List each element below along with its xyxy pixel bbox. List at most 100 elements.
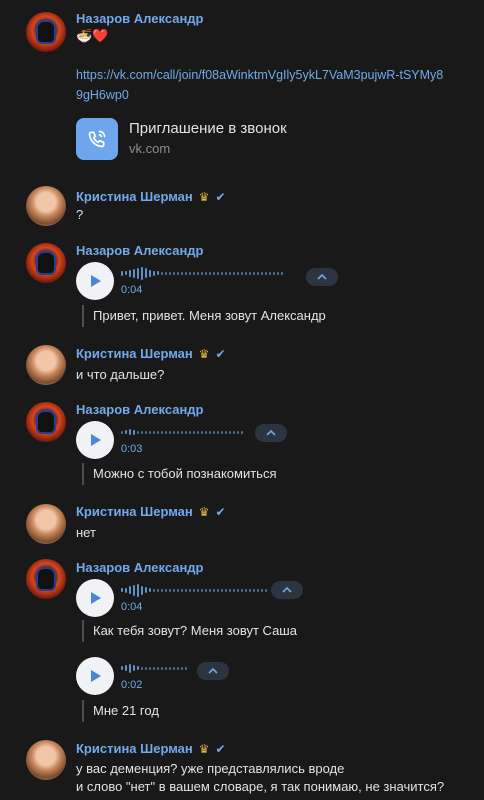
waveform-bar: [189, 271, 191, 275]
waveform-bar: [145, 587, 147, 593]
author-name[interactable]: Кристина Шерман ♛ ✔: [76, 741, 226, 756]
author-name[interactable]: Назаров Александр: [76, 560, 204, 575]
waveform-bar: [249, 588, 251, 592]
author-name[interactable]: Назаров Александр: [76, 11, 204, 26]
voice-waveform[interactable]: [121, 661, 187, 675]
voice-waveform[interactable]: [121, 583, 267, 597]
waveform-bar: [221, 430, 223, 434]
waveform-bar: [129, 429, 131, 435]
call-join-link[interactable]: https://vk.com/call/join/f08aWinktmVgIly…: [76, 65, 448, 105]
transcript-toggle-button[interactable]: [306, 268, 338, 286]
waveform-bar: [165, 271, 167, 275]
play-button[interactable]: [76, 657, 114, 695]
chevron-up-icon: [282, 587, 292, 593]
waveform-bar: [133, 665, 135, 671]
waveform-bar: [177, 430, 179, 434]
waveform-bar: [221, 271, 223, 275]
author-name[interactable]: Кристина Шерман ♛ ✔: [76, 346, 226, 361]
avatar-alexander[interactable]: [26, 12, 66, 52]
avatar-kristina[interactable]: [26, 504, 66, 544]
waveform-bar: [161, 430, 163, 434]
waveform-bar: [253, 271, 255, 275]
waveform-bar: [157, 666, 159, 670]
waveform-bar: [197, 430, 199, 434]
waveform-bar: [141, 585, 143, 595]
play-button[interactable]: [76, 579, 114, 617]
play-button[interactable]: [76, 262, 114, 300]
waveform-bar: [137, 430, 139, 434]
waveform-bar: [149, 430, 151, 434]
waveform-bar: [209, 588, 211, 592]
avatar-kristina[interactable]: [26, 345, 66, 385]
waveform-bar: [169, 430, 171, 434]
verified-check-icon: ✔: [215, 189, 226, 204]
chevron-up-icon: [266, 430, 276, 436]
waveform-bar: [205, 430, 207, 434]
waveform-bar: [137, 267, 139, 279]
waveform-bar: [133, 268, 135, 278]
avatar-kristina[interactable]: [26, 186, 66, 226]
voice-transcript: Мне 21 год: [82, 700, 159, 722]
waveform-bar: [161, 271, 163, 275]
waveform-bar: [145, 268, 147, 278]
waveform-bar: [233, 271, 235, 275]
waveform-bar: [253, 588, 255, 592]
waveform-bar: [125, 271, 127, 275]
waveform-bar: [237, 588, 239, 592]
voice-duration: 0:03: [121, 443, 143, 455]
avatar-alexander[interactable]: [26, 559, 66, 599]
message-text-line-1: у вас деменция? уже представлялись вроде: [76, 761, 345, 776]
transcript-toggle-button[interactable]: [271, 581, 303, 599]
waveform-bar: [125, 587, 127, 593]
waveform-bar: [141, 430, 143, 434]
waveform-bar: [169, 588, 171, 592]
author-name[interactable]: Кристина Шерман ♛ ✔: [76, 189, 226, 204]
voice-waveform[interactable]: [121, 266, 283, 280]
waveform-bar: [197, 271, 199, 275]
waveform-bar: [201, 430, 203, 434]
waveform-bar: [193, 588, 195, 592]
voice-waveform[interactable]: [121, 425, 243, 439]
waveform-bar: [265, 271, 267, 275]
avatar-alexander[interactable]: [26, 243, 66, 283]
waveform-bar: [137, 583, 139, 597]
waveform-bar: [121, 666, 123, 670]
author-name[interactable]: Назаров Александр: [76, 402, 204, 417]
waveform-bar: [237, 271, 239, 275]
waveform-bar: [181, 430, 183, 434]
waveform-bar: [121, 270, 123, 276]
voice-message: 0:02: [76, 656, 187, 696]
waveform-bar: [201, 588, 203, 592]
voice-message: 0:04: [76, 261, 283, 301]
avatar-alexander[interactable]: [26, 402, 66, 442]
waveform-bar: [213, 430, 215, 434]
call-card-title[interactable]: Приглашение в звонок: [129, 120, 287, 137]
message-text: ?: [76, 207, 84, 222]
verified-check-icon: ✔: [215, 346, 226, 361]
waveform-bar: [265, 588, 267, 592]
message-text-line-2: и слово "нет" в вашем словаре, я так пон…: [76, 779, 445, 794]
play-button[interactable]: [76, 421, 114, 459]
waveform-bar: [177, 271, 179, 275]
chevron-up-icon: [317, 274, 327, 280]
waveform-bar: [233, 430, 235, 434]
call-card-icon[interactable]: [76, 118, 118, 160]
waveform-bar: [273, 271, 275, 275]
waveform-bar: [189, 588, 191, 592]
waveform-bar: [153, 666, 155, 670]
author-name[interactable]: Назаров Александр: [76, 243, 204, 258]
author-name[interactable]: Кристина Шерман ♛ ✔: [76, 504, 226, 519]
voice-duration: 0:04: [121, 284, 143, 296]
waveform-bar: [129, 663, 131, 673]
waveform-bar: [245, 271, 247, 275]
waveform-bar: [161, 588, 163, 592]
avatar-kristina[interactable]: [26, 740, 66, 780]
waveform-bar: [225, 430, 227, 434]
waveform-bar: [161, 666, 163, 670]
waveform-bar: [173, 430, 175, 434]
message-text: и что дальше?: [76, 367, 165, 382]
waveform-bar: [217, 430, 219, 434]
transcript-toggle-button[interactable]: [197, 662, 229, 680]
transcript-toggle-button[interactable]: [255, 424, 287, 442]
waveform-bar: [129, 586, 131, 594]
